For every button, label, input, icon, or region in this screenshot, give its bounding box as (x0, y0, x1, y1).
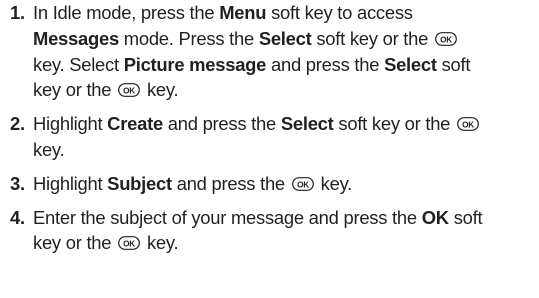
step-text: soft key or the (333, 113, 456, 135)
ok-key-icon-graphic: OK (291, 176, 314, 191)
step-text: key. (142, 79, 179, 101)
bold-term: Menu (219, 2, 267, 23)
step-text: key or the (33, 79, 117, 101)
instruction-steps: 1. In Idle mode, press the Menu soft key … (0, 0, 539, 256)
step-text: soft key or the (311, 27, 433, 49)
bold-term: OK (421, 206, 449, 228)
step-number: 2. (10, 113, 25, 135)
step-text: Highlight (33, 172, 108, 194)
step-item: 2. Highlight Create and press the Select … (0, 111, 539, 163)
bold-term: Picture message (123, 53, 267, 75)
step-text-line: key. Select Picture message and press th… (33, 52, 531, 78)
ok-key-icon: OK (291, 176, 314, 191)
step-item: 1. In Idle mode, press the Menu soft key … (0, 0, 539, 103)
ok-key-label: OK (462, 120, 474, 129)
step-text: mode. Press the (118, 27, 259, 49)
ok-key-label: OK (123, 240, 135, 249)
step-number: 1. (10, 2, 25, 23)
step-text: In Idle mode, press the (33, 2, 220, 23)
bold-term: Select (280, 113, 334, 135)
ok-key-icon-graphic: OK (118, 83, 141, 98)
bold-term: Select (384, 53, 437, 75)
ok-key-icon: OK (118, 83, 141, 98)
step-item: 3. Highlight Subject and press the OK key… (0, 171, 539, 197)
step-text-line: key. (33, 137, 531, 163)
step-text-line: Messages mode. Press the Select soft key… (33, 26, 531, 52)
step-text: soft key to access (266, 2, 413, 23)
ok-key-icon: OK (435, 31, 457, 46)
ok-key-label: OK (440, 35, 452, 44)
step-text: Enter the subject of your message and pr… (33, 206, 422, 228)
step-number: 3. (10, 172, 25, 194)
step-text: and press the (266, 53, 385, 75)
step-text: Highlight (33, 113, 108, 135)
step-text: soft (436, 53, 471, 75)
ok-key-icon: OK (118, 236, 141, 251)
step-text-line: key or the OK key. (33, 230, 531, 256)
step-text-line: Highlight Create and press the Select so… (33, 111, 531, 137)
step-text: key or the (33, 232, 117, 254)
step-text: and press the (171, 172, 290, 194)
step-text: key. (142, 232, 179, 254)
bold-term: Create (107, 113, 163, 135)
bold-term: Select (258, 27, 312, 49)
step-text-line: Highlight Subject and press the OK key. (33, 171, 531, 197)
bold-term: Messages (33, 27, 119, 49)
ok-key-label: OK (123, 87, 135, 96)
bold-term: Subject (107, 172, 172, 194)
step-text: key. Select (33, 53, 124, 75)
ok-key-icon-graphic: OK (457, 117, 479, 132)
ok-key-icon: OK (457, 117, 479, 132)
step-text: key. (315, 172, 353, 194)
step-text: and press the (162, 113, 281, 135)
step-text-line: In Idle mode, press the Menu soft key to… (33, 0, 531, 26)
step-text-line: key or the OK key. (33, 77, 531, 103)
ok-key-label: OK (297, 180, 309, 189)
step-text-line: Enter the subject of your message and pr… (33, 205, 531, 231)
step-item: 4. Enter the subject of your message and … (0, 205, 539, 257)
step-text: key. (33, 138, 65, 160)
step-text: soft (448, 206, 483, 228)
ok-key-icon-graphic: OK (118, 236, 141, 251)
step-number: 4. (10, 206, 25, 228)
ok-key-icon-graphic: OK (435, 31, 457, 46)
